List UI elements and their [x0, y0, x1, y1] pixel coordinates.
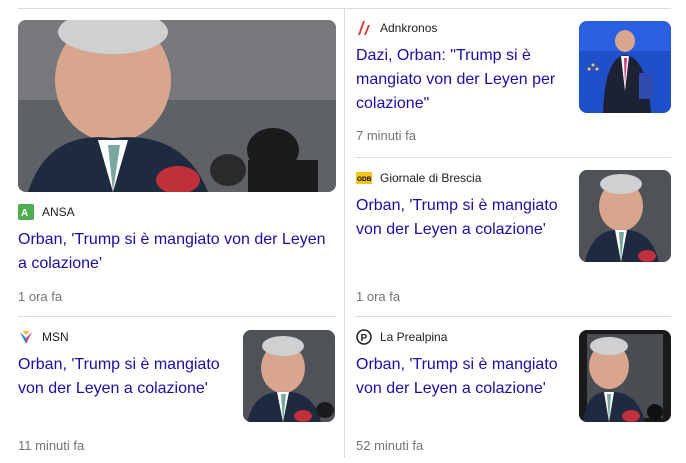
ansa-logo-icon: A: [18, 204, 34, 220]
source-name: Giornale di Brescia: [380, 171, 482, 185]
news-card-giornale-di-brescia[interactable]: GDB Giornale di Brescia Orban, 'Trump si…: [356, 170, 672, 310]
source-line: GDB Giornale di Brescia: [356, 170, 481, 186]
orban-closeup-photo: [579, 330, 671, 422]
right-row-divider-2: [355, 316, 671, 317]
source-name: Adnkronos: [380, 21, 438, 35]
laprealpina-logo-icon: P: [356, 329, 372, 345]
svg-text:A: A: [21, 208, 28, 219]
column-divider: [344, 8, 345, 458]
orban-closeup-photo: [579, 170, 671, 262]
timestamp: 1 ora fa: [18, 289, 63, 304]
source-line: A ANSA: [18, 204, 75, 220]
svg-text:P: P: [361, 333, 368, 344]
msn-logo-icon: [18, 329, 34, 345]
headline[interactable]: Orban, 'Trump si è mangiato von der Leye…: [356, 194, 561, 242]
gdb-logo-icon: GDB: [356, 170, 372, 186]
news-card-msn[interactable]: MSN Orban, 'Trump si è mangiato von der …: [18, 329, 336, 459]
news-card-ansa[interactable]: A ANSA Orban, 'Trump si è mangiato von d…: [18, 20, 336, 310]
news-card-adnkronos[interactable]: Adnkronos Dazi, Orban: "Trump si è mangi…: [356, 20, 672, 150]
source-name: ANSA: [42, 205, 75, 219]
orban-closeup-photo: [243, 330, 335, 422]
orban-closeup-photo: [18, 20, 336, 192]
source-line: MSN: [18, 329, 69, 345]
adnkronos-logo-icon: [356, 20, 372, 36]
headline[interactable]: Orban, 'Trump si è mangiato von der Leye…: [18, 353, 233, 401]
svg-text:GDB: GDB: [357, 176, 372, 183]
news-card-la-prealpina[interactable]: P La Prealpina Orban, 'Trump si è mangia…: [356, 329, 672, 459]
source-name: MSN: [42, 330, 69, 344]
timestamp: 52 minuti fa: [356, 438, 424, 453]
source-line: P La Prealpina: [356, 329, 447, 345]
headline[interactable]: Dazi, Orban: "Trump si è mangiato von de…: [356, 44, 561, 116]
orban-walking-photo: [579, 21, 671, 113]
headline[interactable]: Orban, 'Trump si è mangiato von der Leye…: [356, 353, 566, 401]
source-name: La Prealpina: [380, 330, 448, 344]
source-line: Adnkronos: [356, 20, 437, 36]
timestamp: 7 minuti fa: [356, 128, 416, 143]
headline[interactable]: Orban, 'Trump si è mangiato von der Leye…: [18, 228, 336, 276]
timestamp: 1 ora fa: [356, 289, 401, 304]
timestamp: 11 minuti fa: [18, 438, 85, 453]
right-row-divider-1: [355, 157, 671, 158]
left-row-divider: [18, 316, 336, 317]
